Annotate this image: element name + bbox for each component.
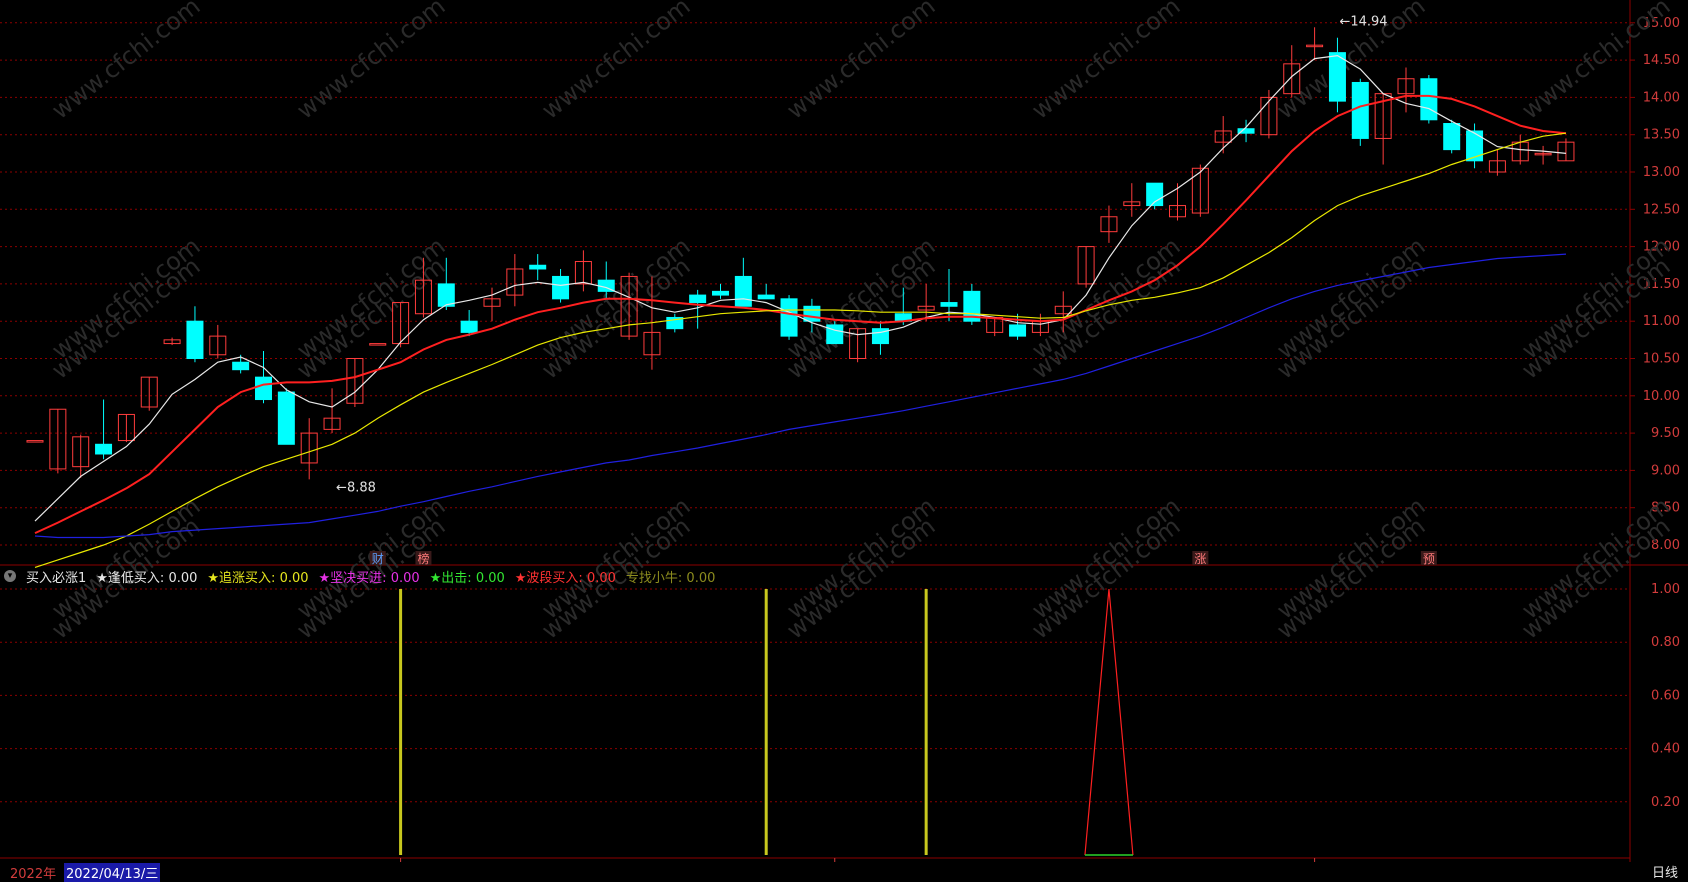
candle-body xyxy=(232,361,250,371)
candle-body xyxy=(803,305,821,322)
watermark-text: www.cfchi.com xyxy=(1516,232,1675,365)
candle-body xyxy=(780,298,798,337)
candle-body xyxy=(460,320,478,333)
event-marker: 预 xyxy=(1423,552,1435,566)
candle-body xyxy=(437,283,455,307)
legend-item-strike: ★出击: 0.00 xyxy=(429,570,505,586)
y-tick-label: 14.00 xyxy=(1643,90,1680,105)
candle-body xyxy=(712,290,729,296)
candle-body xyxy=(186,320,204,360)
watermark-text: www.cfchi.com xyxy=(781,0,940,125)
y-tick-label: 12.50 xyxy=(1643,202,1680,217)
watermark-text: www.cfchi.com xyxy=(1026,232,1185,365)
y-tick-label: 0.40 xyxy=(1651,742,1680,757)
candle-body xyxy=(1328,52,1346,102)
y-tick-label: 1.00 xyxy=(1651,582,1680,597)
event-marker: 榜 xyxy=(417,551,429,566)
ma-line xyxy=(34,54,1567,522)
y-tick-label: 0.60 xyxy=(1651,688,1680,703)
candle-body xyxy=(689,294,707,304)
y-tick-label: 9.00 xyxy=(1651,463,1680,478)
event-marker: 财 xyxy=(372,552,384,566)
stock-chart-canvas[interactable]: 8.008.509.009.5010.0010.5011.0011.5012.0… xyxy=(0,0,1688,882)
period-selector[interactable]: 日线 xyxy=(1652,862,1678,881)
signal-peak xyxy=(1084,588,1134,856)
watermark-text: www.cfchi.com xyxy=(781,492,940,625)
legend-item-find-calf: 专找小牛: 0.00 xyxy=(625,570,716,586)
y-tick-label: 10.00 xyxy=(1643,389,1680,404)
selected-date-label[interactable]: 2022/04/13/三 xyxy=(64,863,161,882)
candle-body xyxy=(529,264,547,270)
watermark-text: www.cfchi.com xyxy=(536,0,695,125)
y-tick-label: 0.20 xyxy=(1651,795,1680,810)
candle-body xyxy=(26,440,44,443)
watermark-text: www.cfchi.com xyxy=(46,0,205,125)
watermark-text: www.cfchi.com xyxy=(1516,492,1675,625)
price-annotation: ←8.88 xyxy=(336,480,376,495)
watermark-text: www.cfchi.com xyxy=(1026,0,1185,125)
indicator-toggle-icon[interactable]: ▾ xyxy=(4,570,16,582)
legend-item-low-buy: ★逢低买入: 0.00 xyxy=(96,570,198,586)
watermark-text: www.cfchi.com xyxy=(1271,232,1430,365)
candle-body xyxy=(1351,81,1369,139)
y-tick-label: 10.50 xyxy=(1643,352,1680,367)
indicator-legend: ▾ 买入必涨1 ★逢低买入: 0.00 ★追涨买入: 0.00 ★坚决买进: 0… xyxy=(4,567,716,586)
legend-item-chase-buy: ★追涨买入: 0.00 xyxy=(207,570,309,586)
watermark-text: www.cfchi.com xyxy=(781,232,940,365)
price-annotation: ←14.94 xyxy=(1339,14,1387,29)
candle-body xyxy=(757,294,775,300)
y-tick-label: 0.80 xyxy=(1651,635,1680,650)
candle-body xyxy=(1009,324,1027,337)
candle-body xyxy=(255,376,272,401)
candle-body xyxy=(277,391,295,445)
candle-body xyxy=(1443,123,1461,151)
legend-item-swing-buy: ★波段买入: 0.00 xyxy=(514,570,616,586)
candle-body xyxy=(95,443,113,455)
y-tick-label: 9.50 xyxy=(1651,426,1680,441)
candle-body xyxy=(734,275,752,307)
watermark-text: www.cfchi.com xyxy=(291,0,450,125)
date-axis: 2022年 2022/04/13/三 xyxy=(0,862,1688,882)
y-tick-label: 14.50 xyxy=(1643,53,1680,68)
candle-body xyxy=(1466,130,1484,162)
indicator-title[interactable]: 买入必涨1 xyxy=(26,567,86,586)
event-marker: 涨 xyxy=(1194,551,1206,566)
y-tick-label: 13.50 xyxy=(1643,128,1680,143)
watermark-text: www.cfchi.com xyxy=(536,492,695,625)
watermark-text: www.cfchi.com xyxy=(46,492,205,625)
watermark-text: www.cfchi.com xyxy=(46,232,205,365)
watermark-text: www.cfchi.com xyxy=(1271,492,1430,625)
legend-item-firm-buy: ★坚决买进: 0.00 xyxy=(318,570,420,586)
candle-body xyxy=(1420,78,1438,121)
year-label: 2022年 xyxy=(10,867,57,882)
watermark-text: www.cfchi.com xyxy=(1026,492,1185,625)
candle-body xyxy=(552,275,570,300)
candle-body xyxy=(369,343,387,346)
y-tick-label: 13.00 xyxy=(1643,165,1680,180)
candle-body xyxy=(940,302,958,307)
y-tick-label: 11.00 xyxy=(1643,314,1680,329)
